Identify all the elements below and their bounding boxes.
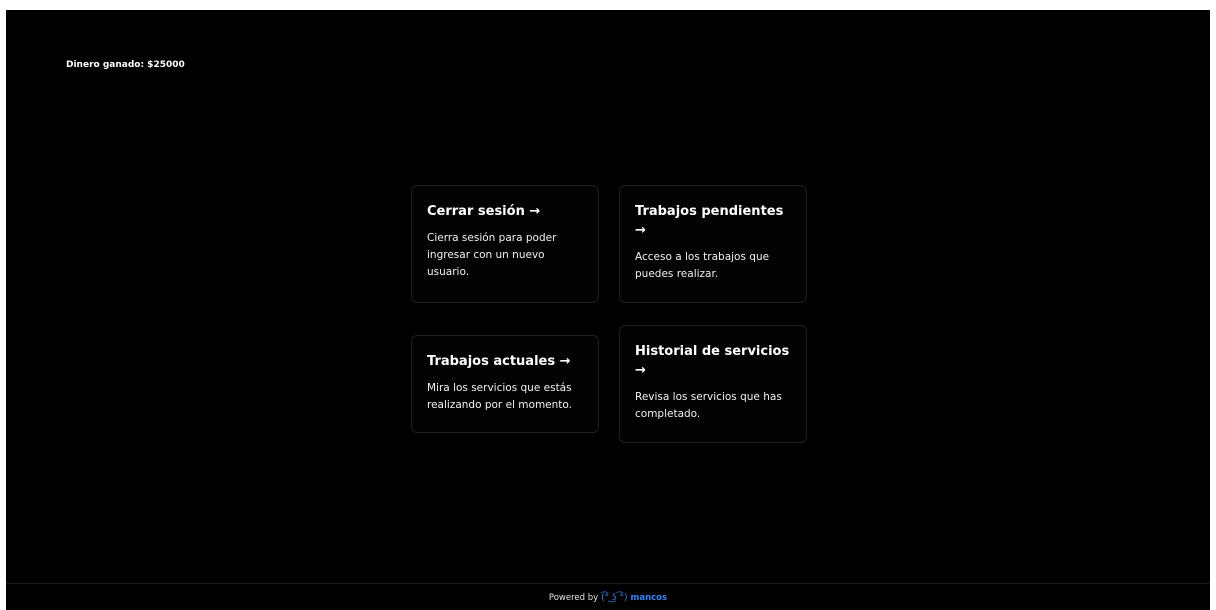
service-history-card[interactable]: Historial de servicios → Revisa los serv… [619, 325, 807, 443]
card-title: Historial de servicios → [635, 344, 790, 378]
card-title: Cerrar sesión → [427, 204, 541, 219]
pending-jobs-card[interactable]: Trabajos pendientes → Acceso a los traba… [619, 185, 807, 303]
card-description: Mira los servicios que estás realizando … [427, 382, 572, 411]
card-description: Acceso a los trabajos que puedes realiza… [635, 251, 770, 280]
card-description: Cierra sesión para poder ingresar con un… [427, 232, 557, 278]
earnings-label: Dinero ganado: $25000 [66, 60, 185, 70]
brand-link[interactable]: mancos [631, 593, 668, 603]
card-title: Trabajos pendientes → [635, 204, 784, 238]
powered-by-text: Powered by [548, 593, 599, 603]
menu-grid: Cerrar sesión → Cierra sesión para poder… [411, 185, 811, 445]
current-jobs-card[interactable]: Trabajos actuales → Mira los servicios q… [411, 335, 599, 433]
logout-card[interactable]: Cerrar sesión → Cierra sesión para poder… [411, 185, 599, 303]
card-title: Trabajos actuales → [427, 354, 571, 369]
app-viewport: Dinero ganado: $25000 Cerrar sesión → Ci… [6, 10, 1210, 610]
card-description: Revisa los servicios que has completado. [635, 391, 782, 420]
footer: Powered by (͡° ͜ʖ ͡°) mancos [6, 583, 1210, 610]
lenny-face-icon: (͡° ͜ʖ ͡°) [601, 593, 628, 603]
